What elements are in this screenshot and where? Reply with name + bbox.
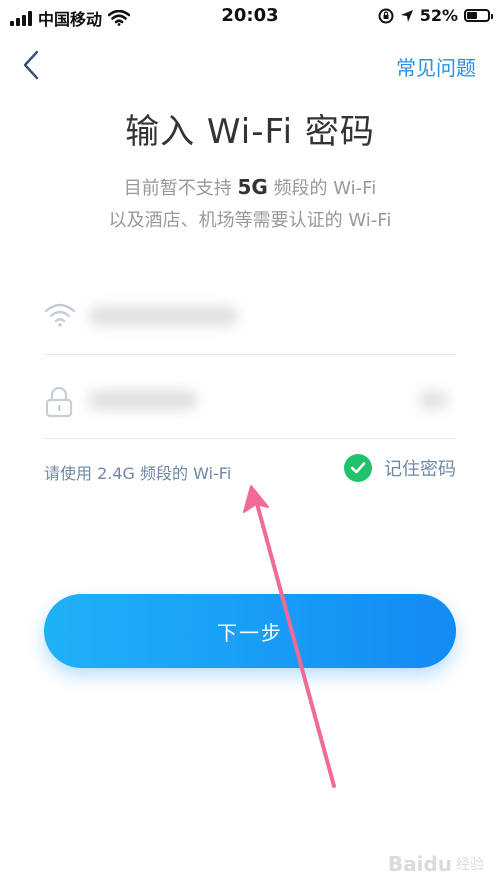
back-button[interactable]: [18, 48, 48, 82]
remember-label: 记住密码: [384, 459, 456, 480]
band-hint: 请使用 2.4G 频段的 Wi-Fi: [44, 464, 232, 483]
remember-checkbox[interactable]: [344, 454, 372, 482]
notice-line-1: 目前暂不支持 5G 频段的 Wi-Fi: [0, 174, 500, 200]
lock-icon: [45, 386, 73, 418]
status-bar: 中国移动 20:03 52%: [0, 0, 500, 34]
ssid-field[interactable]: [44, 282, 456, 355]
faq-link[interactable]: 常见问题: [396, 52, 476, 81]
ssid-input[interactable]: [88, 296, 412, 338]
check-icon: [350, 462, 366, 474]
password-field[interactable]: [44, 366, 456, 439]
watermark-text: Baidu: [387, 852, 452, 876]
notice-line-2: 以及酒店、机场等需要认证的 Wi-Fi: [108, 210, 392, 231]
notice-highlight: 5G: [237, 175, 268, 199]
wifi-icon: [44, 303, 76, 327]
chevron-left-icon: [23, 50, 39, 80]
status-right: 52%: [378, 6, 493, 25]
password-input[interactable]: [88, 380, 412, 422]
password-visibility-toggle[interactable]: [418, 390, 448, 410]
battery-icon: [464, 9, 493, 22]
watermark-sub: 经验: [456, 857, 484, 873]
notice-prefix: 目前暂不支持: [123, 178, 232, 199]
rotation-lock-icon: [378, 8, 394, 23]
battery-percent: 52%: [419, 6, 458, 25]
remember-password-toggle[interactable]: 记住密码: [344, 454, 456, 482]
location-icon: [400, 9, 413, 22]
notice-suffix: 频段的 Wi-Fi: [273, 178, 377, 199]
battery-fill: [467, 12, 478, 19]
page-title: 输入 Wi-Fi 密码: [125, 112, 375, 152]
watermark: Baidu 经验: [388, 852, 484, 876]
next-button[interactable]: 下一步: [44, 594, 456, 668]
